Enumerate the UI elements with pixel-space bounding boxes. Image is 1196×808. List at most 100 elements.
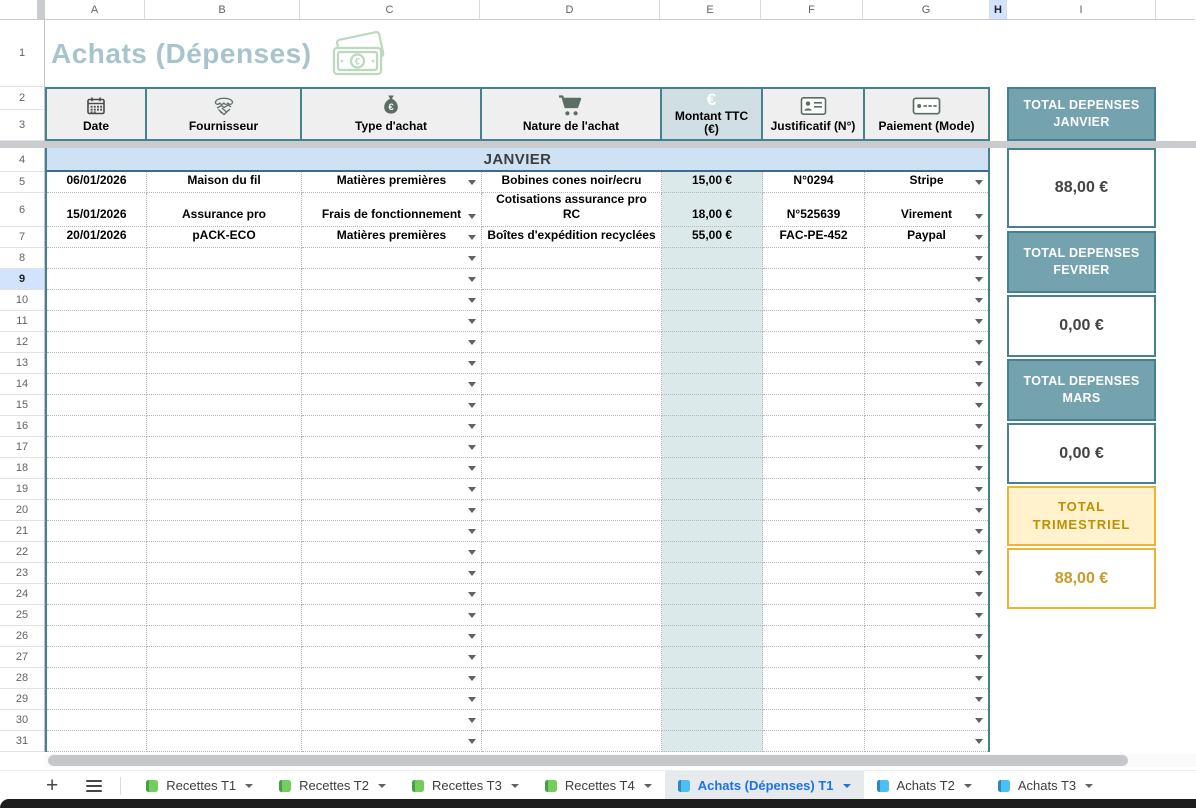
cell-paiement-row19[interactable] [865, 479, 988, 500]
cell-date-row18[interactable] [47, 458, 147, 479]
cell-date-row21[interactable] [47, 521, 147, 542]
cell-nature-row15[interactable] [482, 395, 662, 416]
cell-paiement-row26[interactable] [865, 626, 988, 647]
dropdown-arrow-icon[interactable] [468, 319, 476, 324]
row-header-6[interactable]: 6 [0, 193, 44, 227]
cell-type_achat-row6[interactable]: Frais de fonctionnement [302, 193, 482, 227]
dropdown-arrow-icon[interactable] [975, 319, 983, 324]
cell-fournisseur-row9[interactable] [147, 269, 302, 290]
dropdown-arrow-icon[interactable] [468, 424, 476, 429]
dropdown-arrow-icon[interactable] [975, 634, 983, 639]
row-header-15[interactable]: 15 [0, 395, 44, 416]
row-header-16[interactable]: 16 [0, 416, 44, 437]
all-sheets-menu-button[interactable] [86, 780, 102, 792]
cell-date-row12[interactable] [47, 332, 147, 353]
cell-type_achat-row15[interactable] [302, 395, 482, 416]
cell-justificatif-row7[interactable]: FAC-PE-452 [763, 227, 865, 248]
cell-paiement-row27[interactable] [865, 647, 988, 668]
cell-montant-row28[interactable] [662, 668, 763, 689]
cell-justificatif-row13[interactable] [763, 353, 865, 374]
dropdown-arrow-icon[interactable] [975, 298, 983, 303]
row-header-3[interactable]: 3 [0, 110, 44, 141]
cell-paiement-row7[interactable]: Paypal [865, 227, 988, 248]
dropdown-arrow-icon[interactable] [975, 508, 983, 513]
row-header-25[interactable]: 25 [0, 605, 44, 626]
table-header-nature-de-l-achat[interactable]: Nature de l'achat [482, 89, 662, 139]
row-header-1[interactable]: 1 [0, 20, 44, 87]
dropdown-arrow-icon[interactable] [468, 592, 476, 597]
row-header-10[interactable]: 10 [0, 290, 44, 311]
chevron-down-icon[interactable] [964, 784, 972, 788]
title-cell[interactable]: Achats (Dépenses) € [45, 20, 1156, 87]
cell-montant-row5[interactable]: 15,00 € [662, 172, 763, 193]
cell-date-row30[interactable] [47, 710, 147, 731]
total-depenses-janvier-header[interactable]: TOTAL DEPENSES JANVIER [1007, 87, 1156, 141]
cell-type_achat-row28[interactable] [302, 668, 482, 689]
cell-nature-row8[interactable] [482, 248, 662, 269]
cell-type_achat-row17[interactable] [302, 437, 482, 458]
cell-paiement-row29[interactable] [865, 689, 988, 710]
column-header-g[interactable]: G [863, 0, 990, 20]
cell-justificatif-row23[interactable] [763, 563, 865, 584]
total-depenses-fevrier-header[interactable]: TOTAL DEPENSES FEVRIER [1007, 231, 1156, 293]
cell-nature-row26[interactable] [482, 626, 662, 647]
cell-type_achat-row25[interactable] [302, 605, 482, 626]
cell-paiement-row5[interactable]: Stripe [865, 172, 988, 193]
dropdown-arrow-icon[interactable] [468, 697, 476, 702]
cell-montant-row20[interactable] [662, 500, 763, 521]
dropdown-arrow-icon[interactable] [468, 298, 476, 303]
cell-fournisseur-row17[interactable] [147, 437, 302, 458]
table-header-date[interactable]: Date [47, 89, 147, 139]
cell-paiement-row15[interactable] [865, 395, 988, 416]
cell-type_achat-row10[interactable] [302, 290, 482, 311]
table-header-paiement-mode[interactable]: Paiement (Mode) [865, 89, 988, 139]
dropdown-arrow-icon[interactable] [468, 718, 476, 723]
cell-date-row9[interactable] [47, 269, 147, 290]
cell-montant-row18[interactable] [662, 458, 763, 479]
table-header-type-d-achat[interactable]: €Type d'achat [302, 89, 482, 139]
cell-montant-row13[interactable] [662, 353, 763, 374]
cell-nature-row17[interactable] [482, 437, 662, 458]
cell-date-row6[interactable]: 15/01/2026 [47, 193, 147, 227]
cell-montant-row29[interactable] [662, 689, 763, 710]
total-trimestriel-header[interactable]: TOTAL TRIMESTRIEL [1007, 486, 1156, 546]
cell-paiement-row25[interactable] [865, 605, 988, 626]
dropdown-arrow-icon[interactable] [975, 592, 983, 597]
cell-nature-row23[interactable] [482, 563, 662, 584]
cell-fournisseur-row22[interactable] [147, 542, 302, 563]
row-header-7[interactable]: 7 [0, 227, 44, 248]
cell-paiement-row11[interactable] [865, 311, 988, 332]
row-header-8[interactable]: 8 [0, 248, 44, 269]
cell-paiement-row14[interactable] [865, 374, 988, 395]
cell-type_achat-row29[interactable] [302, 689, 482, 710]
row-header-26[interactable]: 26 [0, 626, 44, 647]
cell-type_achat-row31[interactable] [302, 731, 482, 752]
row-header-2[interactable]: 2 [0, 87, 44, 110]
dropdown-arrow-icon[interactable] [975, 529, 983, 534]
cell-fournisseur-row31[interactable] [147, 731, 302, 752]
cell-nature-row10[interactable] [482, 290, 662, 311]
cell-date-row14[interactable] [47, 374, 147, 395]
chevron-down-icon[interactable] [511, 784, 519, 788]
row-header-19[interactable]: 19 [0, 479, 44, 500]
cell-nature-row24[interactable] [482, 584, 662, 605]
cell-type_achat-row30[interactable] [302, 710, 482, 731]
cell-montant-row7[interactable]: 55,00 € [662, 227, 763, 248]
dropdown-arrow-icon[interactable] [468, 403, 476, 408]
dropdown-arrow-icon[interactable] [975, 340, 983, 345]
cell-justificatif-row10[interactable] [763, 290, 865, 311]
row-header-24[interactable]: 24 [0, 584, 44, 605]
cell-date-row29[interactable] [47, 689, 147, 710]
cell-type_achat-row12[interactable] [302, 332, 482, 353]
row-header-13[interactable]: 13 [0, 353, 44, 374]
cell-fournisseur-row27[interactable] [147, 647, 302, 668]
dropdown-arrow-icon[interactable] [975, 571, 983, 576]
cell-fournisseur-row28[interactable] [147, 668, 302, 689]
chevron-down-icon[interactable] [1085, 784, 1093, 788]
dropdown-arrow-icon[interactable] [975, 445, 983, 450]
column-header-f[interactable]: F [761, 0, 863, 20]
cell-montant-row27[interactable] [662, 647, 763, 668]
chevron-down-icon[interactable] [378, 784, 386, 788]
cell-montant-row6[interactable]: 18,00 € [662, 193, 763, 227]
cell-type_achat-row14[interactable] [302, 374, 482, 395]
